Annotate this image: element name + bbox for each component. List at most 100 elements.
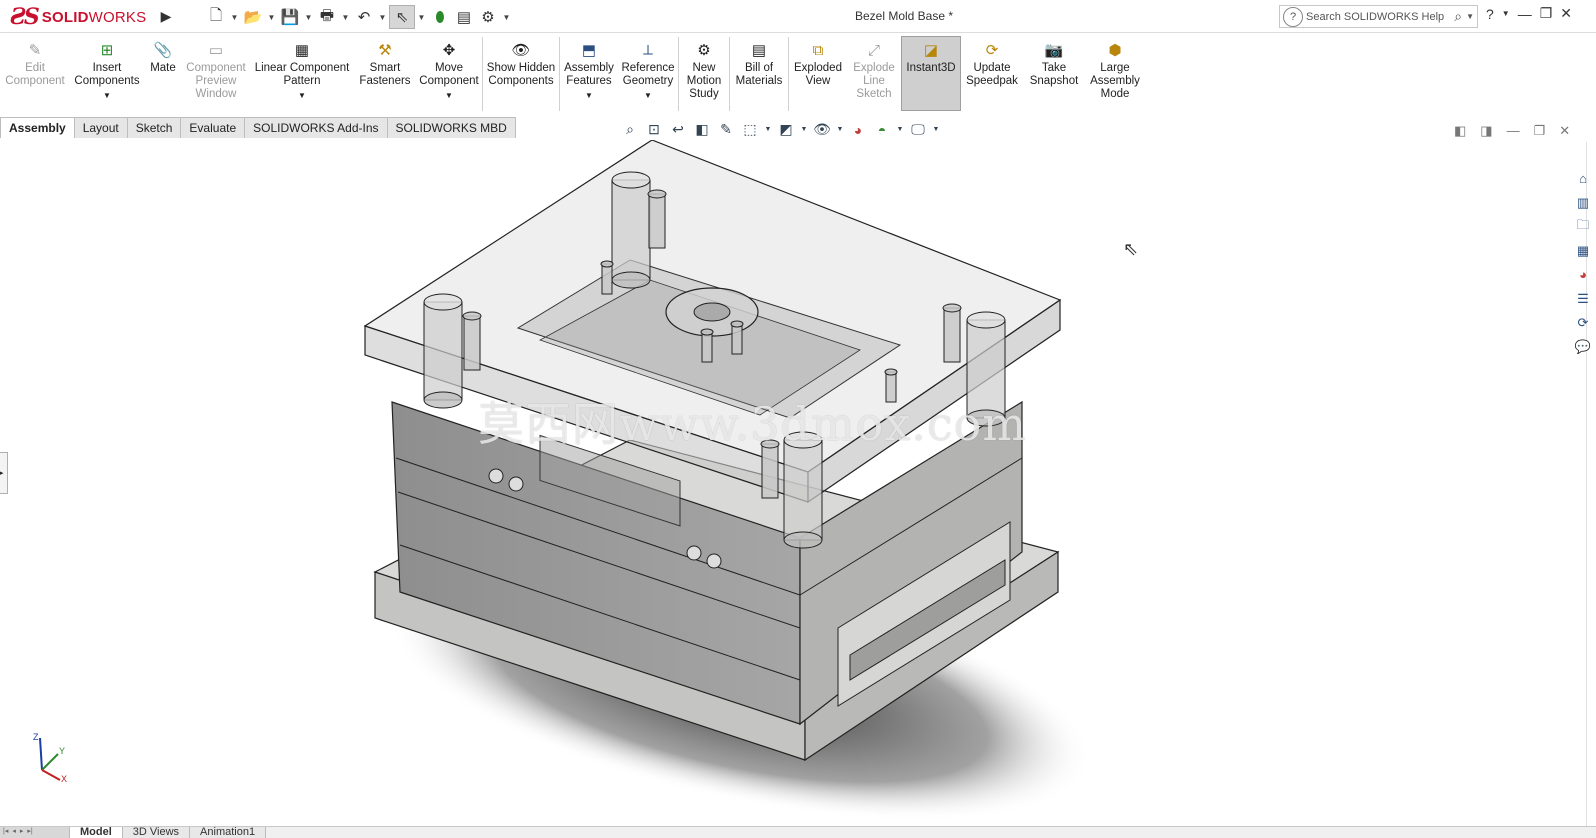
apply-scene-icon[interactable]: ◓ [872,122,892,138]
take-snapshot-button[interactable]: 📷 Take Snapshot [1023,33,1085,88]
reference-geometry-button[interactable]: ⟂ Reference Geometry ▼ [618,33,678,102]
screw-hole [508,476,524,492]
graphics-area[interactable] [0,139,1570,826]
viewport-window-controls: ◧ ◨ — ❐ ✕ [1454,123,1570,139]
new-motion-study-button[interactable]: ⚙ New Motion Study [679,33,729,101]
prev-tab-arrow-icon[interactable]: ◂ [12,827,16,838]
apply-scene-dropdown-icon[interactable]: ▼ [896,126,904,133]
mold-base-model [363,139,1093,822]
move-component-button[interactable]: ✥ Move Component ▼ [416,33,482,102]
first-tab-arrow-icon[interactable]: |◂ [3,827,8,838]
view-orientation-icon[interactable]: ⬚ [740,121,760,138]
reference-geometry-icon: ⟂ [642,41,653,59]
tab-model[interactable]: Model [69,827,123,838]
insert-components-button[interactable]: ⊞ Insert Components ▼ [70,33,144,102]
motion-study-icon: ⚙ [697,41,711,59]
insert-components-dropdown-icon[interactable]: ▼ [103,89,111,102]
linear-pattern-dropdown-icon[interactable]: ▼ [298,89,306,102]
minimize-icon[interactable]: — [1518,6,1532,22]
assembly-features-dropdown-icon[interactable]: ▼ [585,89,593,102]
bill-of-materials-button[interactable]: ▤ Bill of Materials [730,33,788,88]
component-preview-button[interactable]: ▭ Component Preview Window [182,33,250,101]
screw-hole [706,553,722,569]
linear-pattern-icon: ▦ [294,41,310,59]
smart-fasteners-icon: ⚒ [378,41,392,59]
screw-hole [686,545,702,561]
bottom-tab-bar: |◂ ◂ ▸ ▸| Model 3D Views Animation1 [0,826,1596,838]
view-palette-icon[interactable]: ▦ [1572,240,1594,261]
tab-evaluate[interactable]: Evaluate [180,117,246,138]
exploded-view-button[interactable]: ⧉ Exploded View [789,33,847,88]
restore-icon[interactable]: ❐ [1540,5,1553,22]
viewport-close-icon[interactable]: ✕ [1559,123,1570,139]
smart-fasteners-label: Smart Fasteners [359,62,411,87]
display-style-dropdown-icon[interactable]: ▼ [800,126,808,133]
close-icon[interactable]: ✕ [1560,5,1572,22]
search-box[interactable]: ? Search SOLIDWORKS Help ⌕ ▼ [1279,5,1478,28]
viewport-restore-icon[interactable]: ❐ [1534,123,1546,139]
tab-layout[interactable]: Layout [73,117,128,138]
file-explorer-folder-icon[interactable]: 🗀 [1572,216,1594,237]
viewport-split-right-icon[interactable]: ◨ [1480,123,1492,139]
reference-geometry-label: Reference Geometry [621,62,675,87]
large-assembly-mode-label: Large Assembly Mode [1090,62,1140,100]
mate-button[interactable]: 📎 Mate [144,33,182,75]
design-library-icon[interactable]: ▥ [1572,192,1594,213]
appearances-scenes-icon[interactable]: ◕ [1572,264,1594,285]
move-component-icon: ✥ [442,41,456,59]
instant3d-icon: ◪ [923,41,939,59]
large-assembly-mode-button[interactable]: ⬢ Large Assembly Mode [1085,33,1145,101]
tab-scroll-controls[interactable]: |◂ ◂ ▸ ▸| [0,827,69,838]
solidworks-forum-icon[interactable]: ⟳ [1572,312,1594,333]
view-orientation-dropdown-icon[interactable]: ▼ [764,126,772,133]
explode-line-sketch-button[interactable]: ⤢ Explode Line Sketch [847,33,901,101]
zoom-to-area-icon[interactable]: ⊡ [644,121,664,138]
next-tab-arrow-icon[interactable]: ▸ [20,827,24,838]
help-icon[interactable]: ? [1486,6,1494,22]
tab-solidworks-mbd[interactable]: SOLIDWORKS MBD [386,117,516,138]
hide-show-items-icon[interactable]: 👁 [812,121,832,138]
show-hidden-button[interactable]: 👁 Show Hidden Components [483,33,559,88]
reference-geometry-dropdown-icon[interactable]: ▼ [644,89,652,102]
solidworks-resources-home-icon[interactable]: ⌂ [1572,168,1594,189]
tab-solidworks-addins[interactable]: SOLIDWORKS Add-Ins [244,117,388,138]
tab-sketch[interactable]: Sketch [126,117,182,138]
linear-pattern-button[interactable]: ▦ Linear Component Pattern ▼ [250,33,354,102]
search-icon[interactable]: ⌕ [1454,8,1462,25]
last-tab-arrow-icon[interactable]: ▸| [27,827,32,838]
viewport-minimize-icon[interactable]: — [1507,123,1520,139]
tab-3d-views[interactable]: 3D Views [121,827,191,838]
exploded-view-icon: ⧉ [812,41,824,59]
search-input[interactable]: Search SOLIDWORKS Help [1306,11,1454,23]
tab-assembly[interactable]: Assembly [0,117,75,138]
component-preview-label: Component Preview Window [186,62,246,100]
command-manager: ✎ Edit Component ⊞ Insert Components ▼ 📎 Mat… [0,33,1596,115]
previous-view-icon[interactable]: ↩ [668,121,688,138]
search-dropdown-icon[interactable]: ▼ [1466,12,1474,21]
task-pane-tabs: ⌂ ▥ 🗀 ▦ ◕ ☰ ⟳ 💬 [1572,168,1596,357]
hide-show-dropdown-icon[interactable]: ▼ [836,126,844,133]
help-dropdown-icon[interactable]: ▼ [1502,9,1510,18]
display-style-icon[interactable]: ◩ [776,121,796,138]
section-view-icon[interactable]: ◧ [692,121,712,138]
sprue-bushing [693,302,731,322]
dynamic-annotation-icon[interactable]: ✎ [716,121,736,138]
smart-fasteners-button[interactable]: ⚒ Smart Fasteners [354,33,416,88]
viewport-split-left-icon[interactable]: ◧ [1454,123,1466,139]
zoom-to-fit-icon[interactable]: ⌕ [620,121,640,138]
edit-component-button[interactable]: ✎ Edit Component [0,33,70,88]
view-settings-dropdown-icon[interactable]: ▼ [932,126,940,133]
title-bar: ƧS SOLIDWORKS ▶ 🗋 ▼ 📂 ▼ 💾 ▼ 🖶 ▼ ↶ ▼ ⇖ ▼ ⬮ ▤ ⚙ ▼… [0,0,1596,33]
move-component-dropdown-icon[interactable]: ▼ [445,89,453,102]
mate-label: Mate [150,62,176,74]
view-settings-icon[interactable]: 🖵 [908,121,928,138]
instant3d-button[interactable]: ◪ Instant3D [901,36,961,111]
tasks-chat-icon[interactable]: 💬 [1572,336,1594,357]
bill-of-materials-icon: ▤ [751,41,767,59]
update-speedpak-button[interactable]: ⟳ Update Speedpak [961,33,1023,88]
assembly-features-button[interactable]: ⬒ Assembly Features ▼ [560,33,618,102]
instant3d-label: Instant3D [906,62,956,74]
custom-properties-icon[interactable]: ☰ [1572,288,1594,309]
tab-animation1[interactable]: Animation1 [189,827,267,838]
edit-appearance-icon[interactable]: ◕ [848,122,868,138]
